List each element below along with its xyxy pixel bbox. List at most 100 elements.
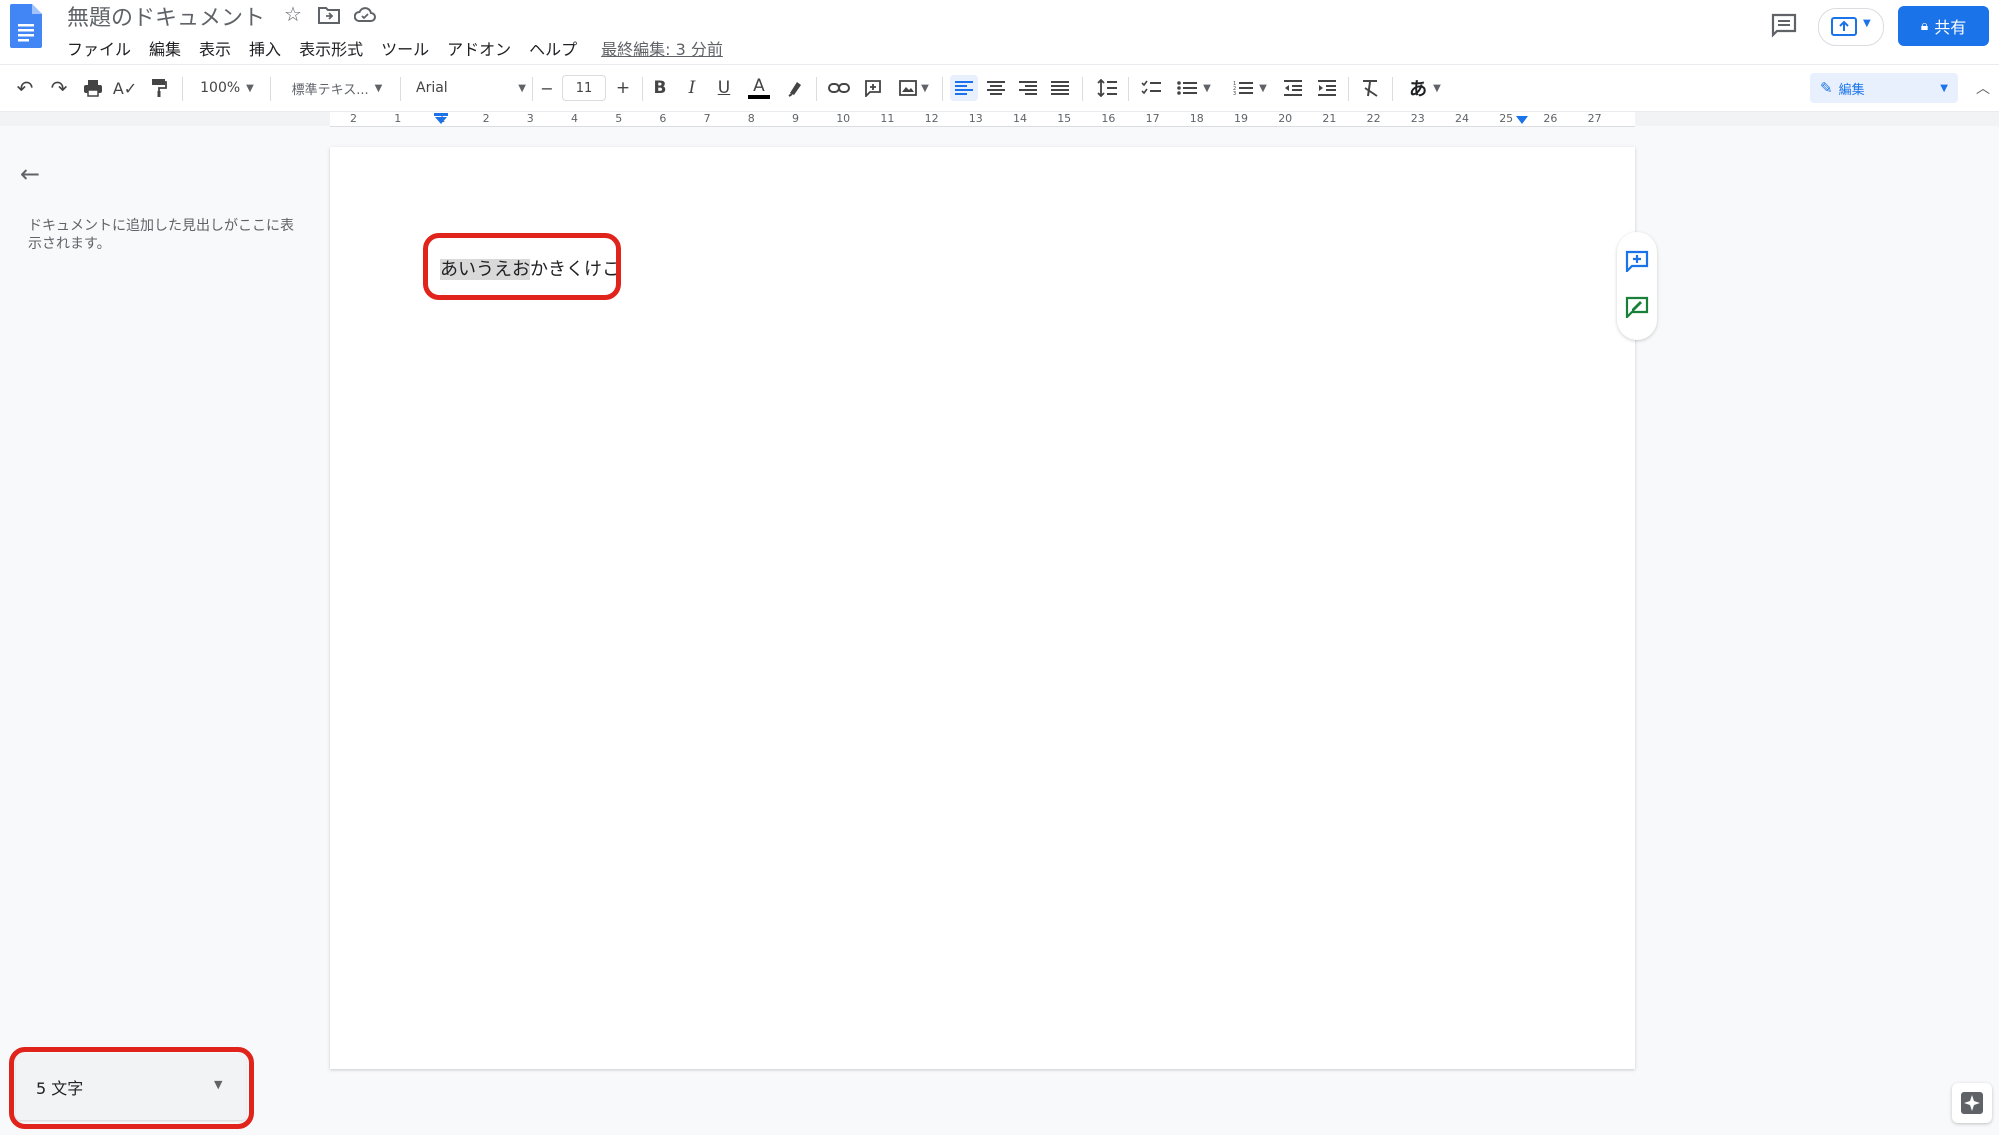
- align-justify-icon[interactable]: [1046, 75, 1074, 101]
- comment-history-icon[interactable]: [1769, 12, 1799, 38]
- toolbar-divider: [270, 77, 271, 101]
- paint-format-icon[interactable]: [146, 75, 172, 101]
- checklist-icon[interactable]: [1138, 75, 1164, 101]
- text-color-letter: A: [753, 76, 765, 96]
- ruler-tick-label: 17: [1145, 112, 1160, 125]
- paragraph-style-value: 標準テキス...: [291, 82, 369, 98]
- font-value: Arial: [416, 80, 448, 96]
- underline-button[interactable]: U: [712, 75, 736, 101]
- bulleted-list-icon[interactable]: ▼: [1172, 75, 1216, 101]
- right-indent-marker-icon[interactable]: [1515, 115, 1529, 125]
- svg-text:3: 3: [1233, 91, 1236, 96]
- chevron-down-icon: ▼: [1259, 82, 1267, 94]
- chevron-down-icon: ▼: [921, 82, 929, 94]
- menu-edit[interactable]: 編集: [149, 36, 181, 60]
- docs-logo-icon[interactable]: [10, 4, 42, 48]
- floating-side-tools: [1617, 232, 1657, 340]
- ruler-tick-label: 9: [792, 112, 799, 125]
- toolbar-divider: [1348, 77, 1349, 101]
- insert-image-icon[interactable]: ▼: [894, 75, 934, 101]
- font-select[interactable]: Arial ▼: [416, 75, 526, 101]
- cloud-saved-icon[interactable]: [354, 6, 376, 24]
- suggest-edits-icon[interactable]: [1625, 296, 1649, 318]
- zoom-select[interactable]: 100% ▼: [192, 75, 262, 101]
- text-color-button[interactable]: A: [746, 75, 772, 101]
- line-spacing-icon[interactable]: [1094, 75, 1120, 101]
- menu-view[interactable]: 表示: [199, 36, 231, 60]
- decrease-font-size-button[interactable]: −: [536, 75, 558, 101]
- font-size-input[interactable]: 11: [562, 75, 606, 101]
- close-outline-icon[interactable]: ←: [20, 160, 40, 188]
- align-left-icon[interactable]: [950, 75, 978, 101]
- ruler-tick-label: 11: [880, 112, 895, 125]
- decrease-indent-icon[interactable]: [1280, 75, 1306, 101]
- chevron-down-icon: ▼: [1203, 82, 1211, 94]
- redo-icon[interactable]: ↷: [46, 75, 72, 101]
- ruler-tick-label: 21: [1322, 112, 1337, 125]
- ruler-tick-label: 6: [659, 112, 667, 125]
- menu-addons[interactable]: アドオン: [447, 36, 511, 60]
- input-tools-label: あ: [1409, 79, 1428, 100]
- highlight-color-icon[interactable]: [782, 75, 808, 101]
- paragraph-style-select[interactable]: 標準テキス... ▼: [282, 75, 392, 101]
- add-comment-icon[interactable]: [860, 75, 886, 101]
- ruler-tick-label: 1: [394, 112, 402, 125]
- explore-icon: [1961, 1092, 1983, 1114]
- ruler-tick-label: 24: [1455, 112, 1469, 125]
- undo-icon[interactable]: ↶: [12, 75, 38, 101]
- increase-indent-icon[interactable]: [1314, 75, 1340, 101]
- clear-formatting-icon[interactable]: [1358, 75, 1384, 101]
- lock-icon: 🔒︎: [1920, 18, 1929, 34]
- left-indent-marker-icon[interactable]: [434, 113, 448, 125]
- menu-help[interactable]: ヘルプ: [529, 36, 577, 60]
- ruler[interactable]: 2112345678910111213141516171819202122232…: [330, 112, 1635, 127]
- menu-tools[interactable]: ツール: [381, 36, 429, 60]
- align-right-icon[interactable]: [1014, 75, 1042, 101]
- collapse-menus-icon[interactable]: ︿: [1972, 75, 1994, 101]
- ruler-tick-label: 20: [1278, 112, 1293, 125]
- numbered-list-icon[interactable]: 123 ▼: [1228, 75, 1272, 101]
- ruler-tick-label: 2: [350, 112, 357, 125]
- ruler-tick-label: 13: [968, 112, 983, 125]
- toolbar-divider: [642, 77, 643, 101]
- chevron-down-icon: ▼: [518, 82, 526, 94]
- editing-mode-select[interactable]: ✎ 編集 ▼: [1810, 73, 1958, 103]
- ruler-tick-label: 3: [526, 112, 534, 125]
- chevron-down-icon: ▼: [374, 82, 383, 94]
- insert-link-icon[interactable]: [824, 75, 854, 101]
- present-button[interactable]: ▼: [1818, 8, 1884, 46]
- present-icon: [1831, 17, 1857, 36]
- increase-font-size-button[interactable]: +: [610, 75, 636, 101]
- star-icon[interactable]: ☆: [284, 2, 302, 26]
- ruler-tick-label: 26: [1543, 112, 1558, 125]
- menu-format[interactable]: 表示形式: [299, 36, 363, 60]
- spellcheck-icon[interactable]: A✓: [112, 75, 138, 101]
- menu-insert[interactable]: 挿入: [249, 36, 281, 60]
- menu-file[interactable]: ファイル: [67, 36, 131, 60]
- italic-button[interactable]: I: [680, 75, 704, 101]
- chevron-down-icon: ▼: [1433, 82, 1441, 94]
- ruler-tick-label: 10: [836, 112, 851, 125]
- toolbar-divider: [816, 77, 817, 101]
- align-center-icon[interactable]: [982, 75, 1010, 101]
- input-tools-button[interactable]: あ ▼: [1402, 75, 1448, 101]
- document-title[interactable]: 無題のドキュメント: [67, 0, 265, 32]
- print-icon[interactable]: [80, 75, 106, 101]
- move-folder-icon[interactable]: [318, 6, 340, 24]
- pencil-icon: ✎: [1820, 79, 1833, 97]
- ruler-tick-label: 19: [1234, 112, 1248, 125]
- add-comment-float-icon[interactable]: [1625, 250, 1649, 272]
- explore-button[interactable]: [1952, 1083, 1992, 1123]
- last-edit-link[interactable]: 最終編集: 3 分前: [601, 36, 723, 60]
- ruler-tick-label: 7: [703, 112, 711, 125]
- bold-button[interactable]: B: [648, 75, 672, 101]
- ruler-tick-label: 5: [615, 112, 623, 125]
- word-count-highlight-box: [9, 1047, 254, 1129]
- toolbar-divider: [1392, 77, 1393, 101]
- zoom-value: 100%: [200, 80, 241, 96]
- toolbar-divider: [1128, 77, 1129, 101]
- menu-bar: ファイル 編集 表示 挿入 表示形式 ツール アドオン ヘルプ 最終編集: 3 …: [67, 36, 741, 60]
- share-button[interactable]: 🔒︎ 共有: [1898, 6, 1989, 46]
- ruler-tick-label: 16: [1101, 112, 1116, 125]
- ruler-tick-label: 4: [571, 112, 578, 125]
